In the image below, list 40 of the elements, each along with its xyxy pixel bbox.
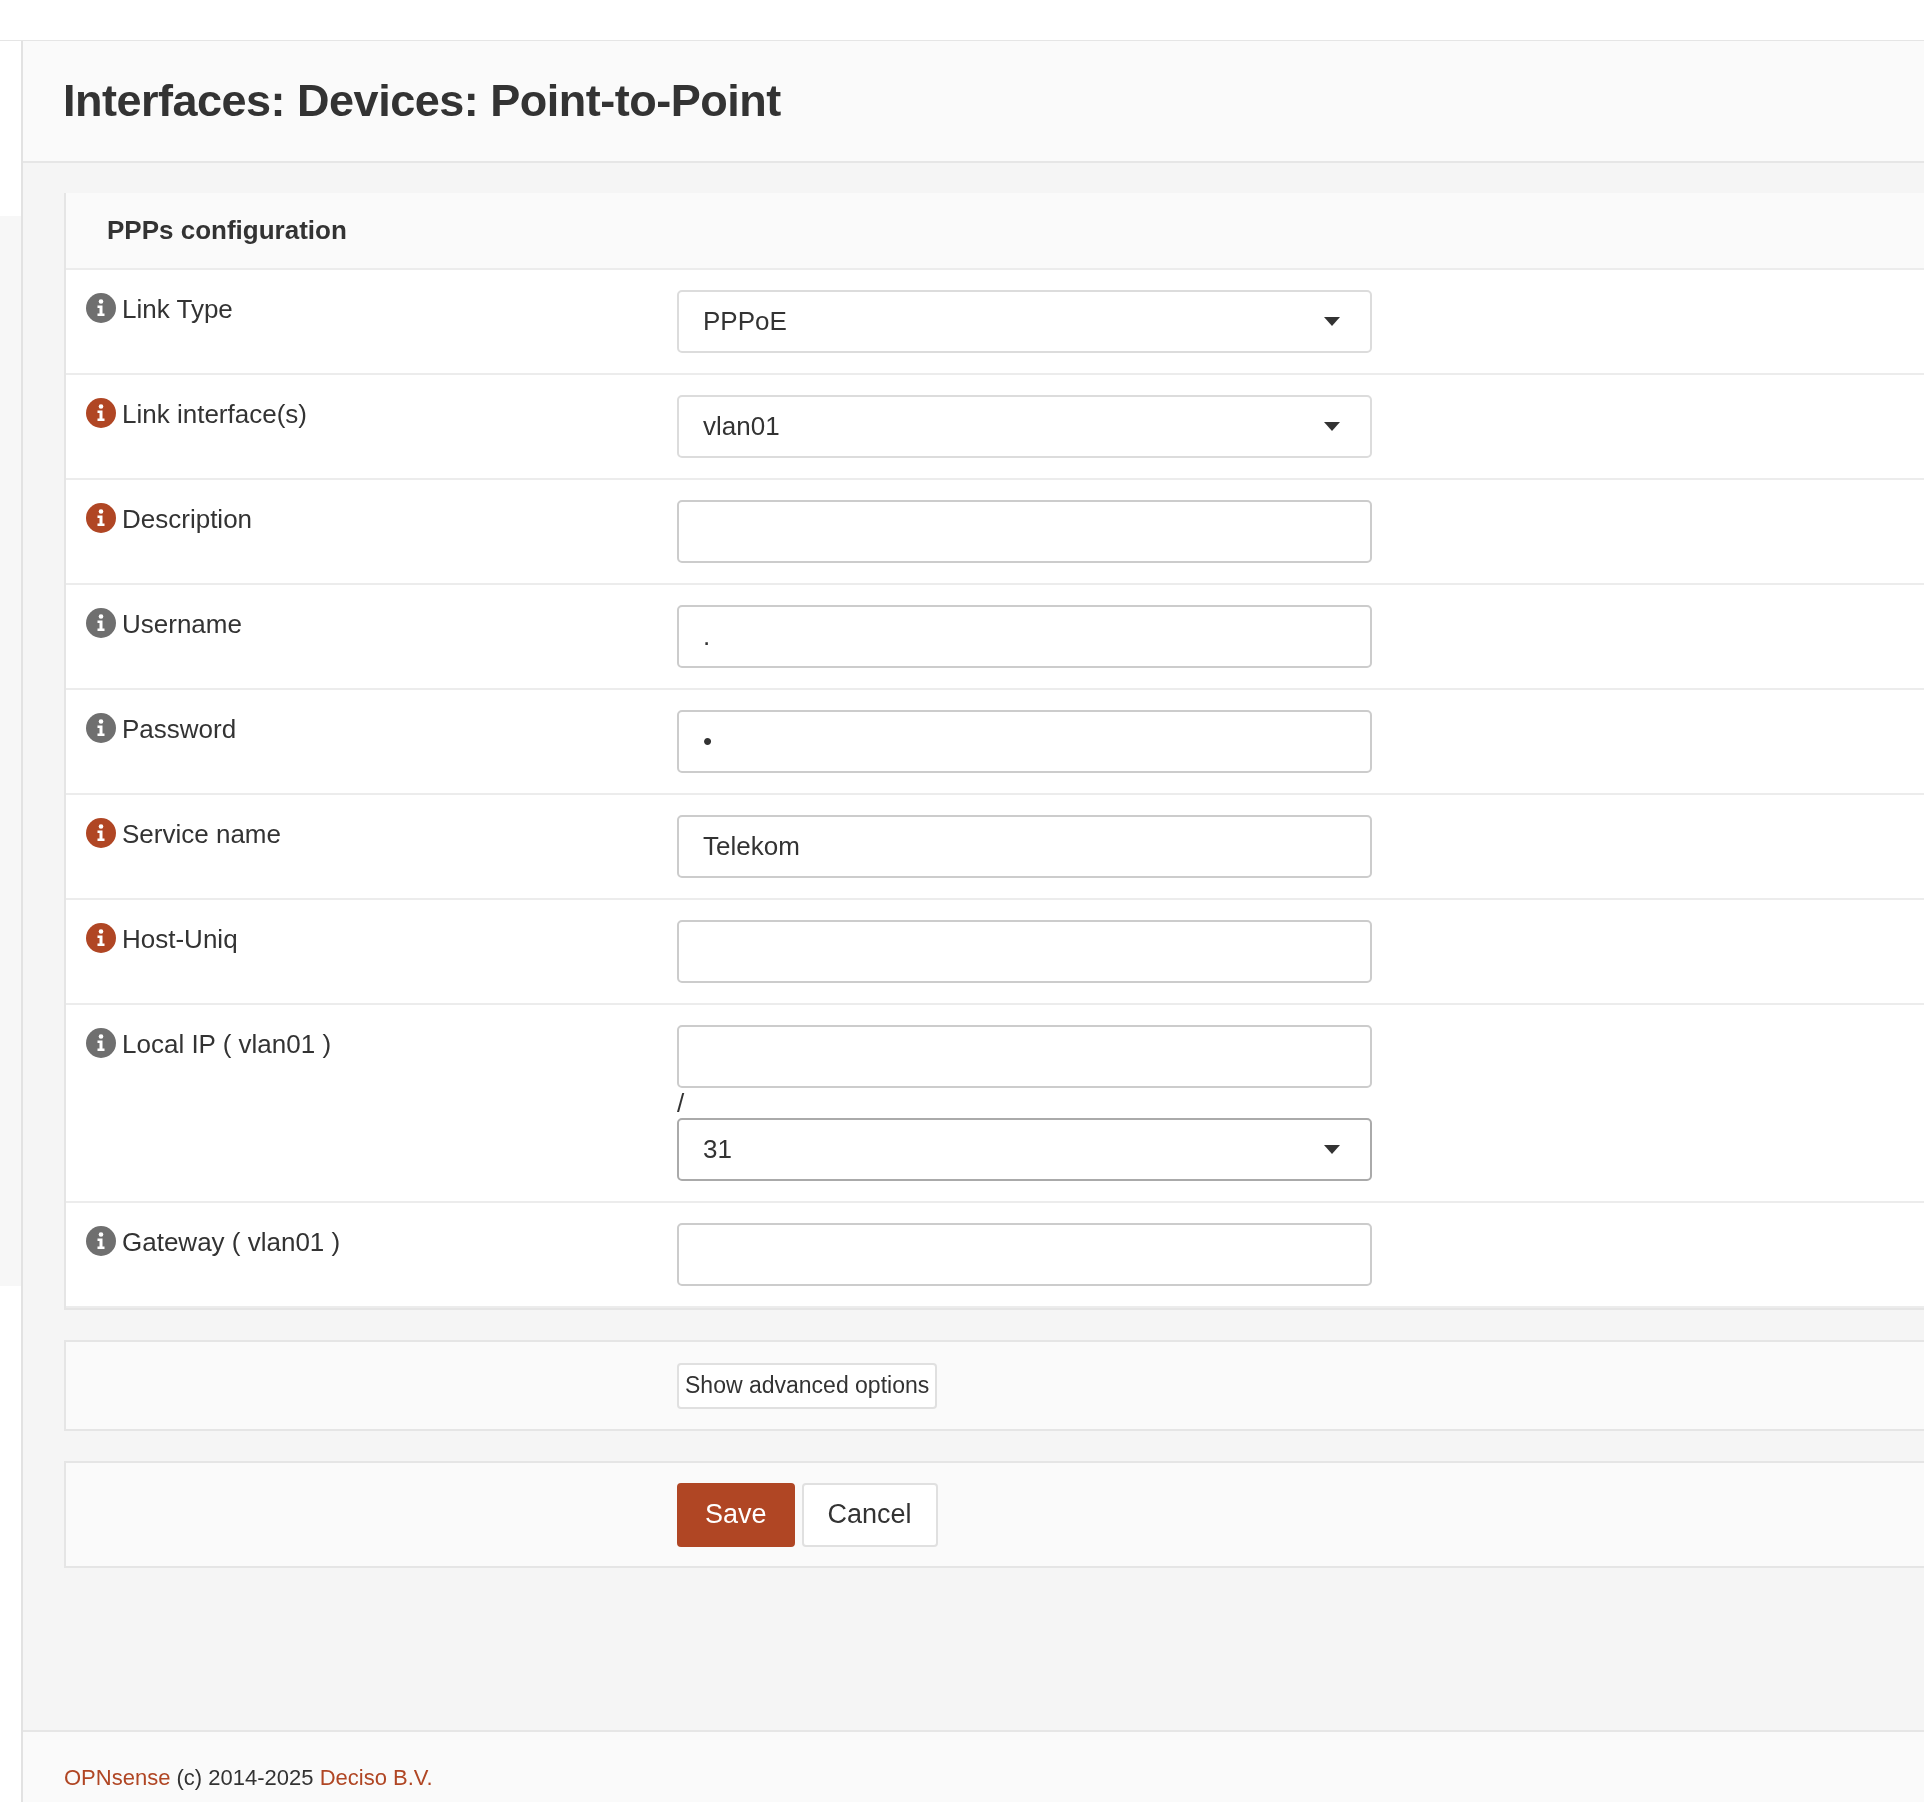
field-label: Username [122,608,242,641]
text-input[interactable] [677,1223,1372,1286]
info-icon[interactable] [86,818,116,848]
info-icon[interactable] [86,503,116,533]
subnet-mask-dropdown[interactable]: 31 [677,1118,1372,1181]
footer-link[interactable]: OPNsense [64,1765,171,1790]
field-label: Link interface(s) [122,398,307,431]
dropdown[interactable]: vlan01 [677,395,1372,458]
ip-address-input[interactable] [677,1025,1372,1088]
text-input[interactable] [677,500,1372,563]
field-label: Password [122,713,237,746]
page-title: Interfaces: Devices: Point-to-Point [63,74,781,129]
text-input[interactable]: • [677,710,1372,773]
save-button[interactable]: Save [677,1482,795,1547]
info-icon[interactable] [86,713,116,743]
info-icon[interactable] [86,1028,116,1058]
footer-copyright: OPNsense (c) 2014-2025 Deciso B.V. [64,1764,433,1792]
info-icon[interactable] [86,293,116,323]
text-input[interactable]: . [677,605,1372,668]
field-label: Local IP ( vlan01 ) [122,1028,332,1061]
info-icon[interactable] [86,398,116,428]
info-icon[interactable] [86,923,116,953]
text-input[interactable] [677,920,1372,983]
show-advanced-options-button[interactable]: Show advanced options [677,1362,938,1409]
dropdown[interactable]: PPPoE [677,290,1372,353]
caret-icon [1324,422,1340,431]
field-label: Host-Uniq [122,923,238,956]
info-icon[interactable] [86,1226,116,1256]
text-input[interactable]: Telekom [677,815,1372,878]
slash-separator: / [677,1088,686,1118]
cancel-button[interactable]: Cancel [801,1482,938,1547]
field-label: Service name [122,818,281,851]
panel-title: PPPs configuration [107,214,347,247]
info-icon[interactable] [86,608,116,638]
caret-icon [1324,1145,1340,1154]
field-label: Link Type [122,293,233,326]
field-label: Description [122,503,253,536]
footer-link[interactable]: Deciso B.V. [319,1765,433,1790]
field-label: Gateway ( vlan01 ) [122,1226,341,1259]
caret-icon [1324,317,1340,326]
